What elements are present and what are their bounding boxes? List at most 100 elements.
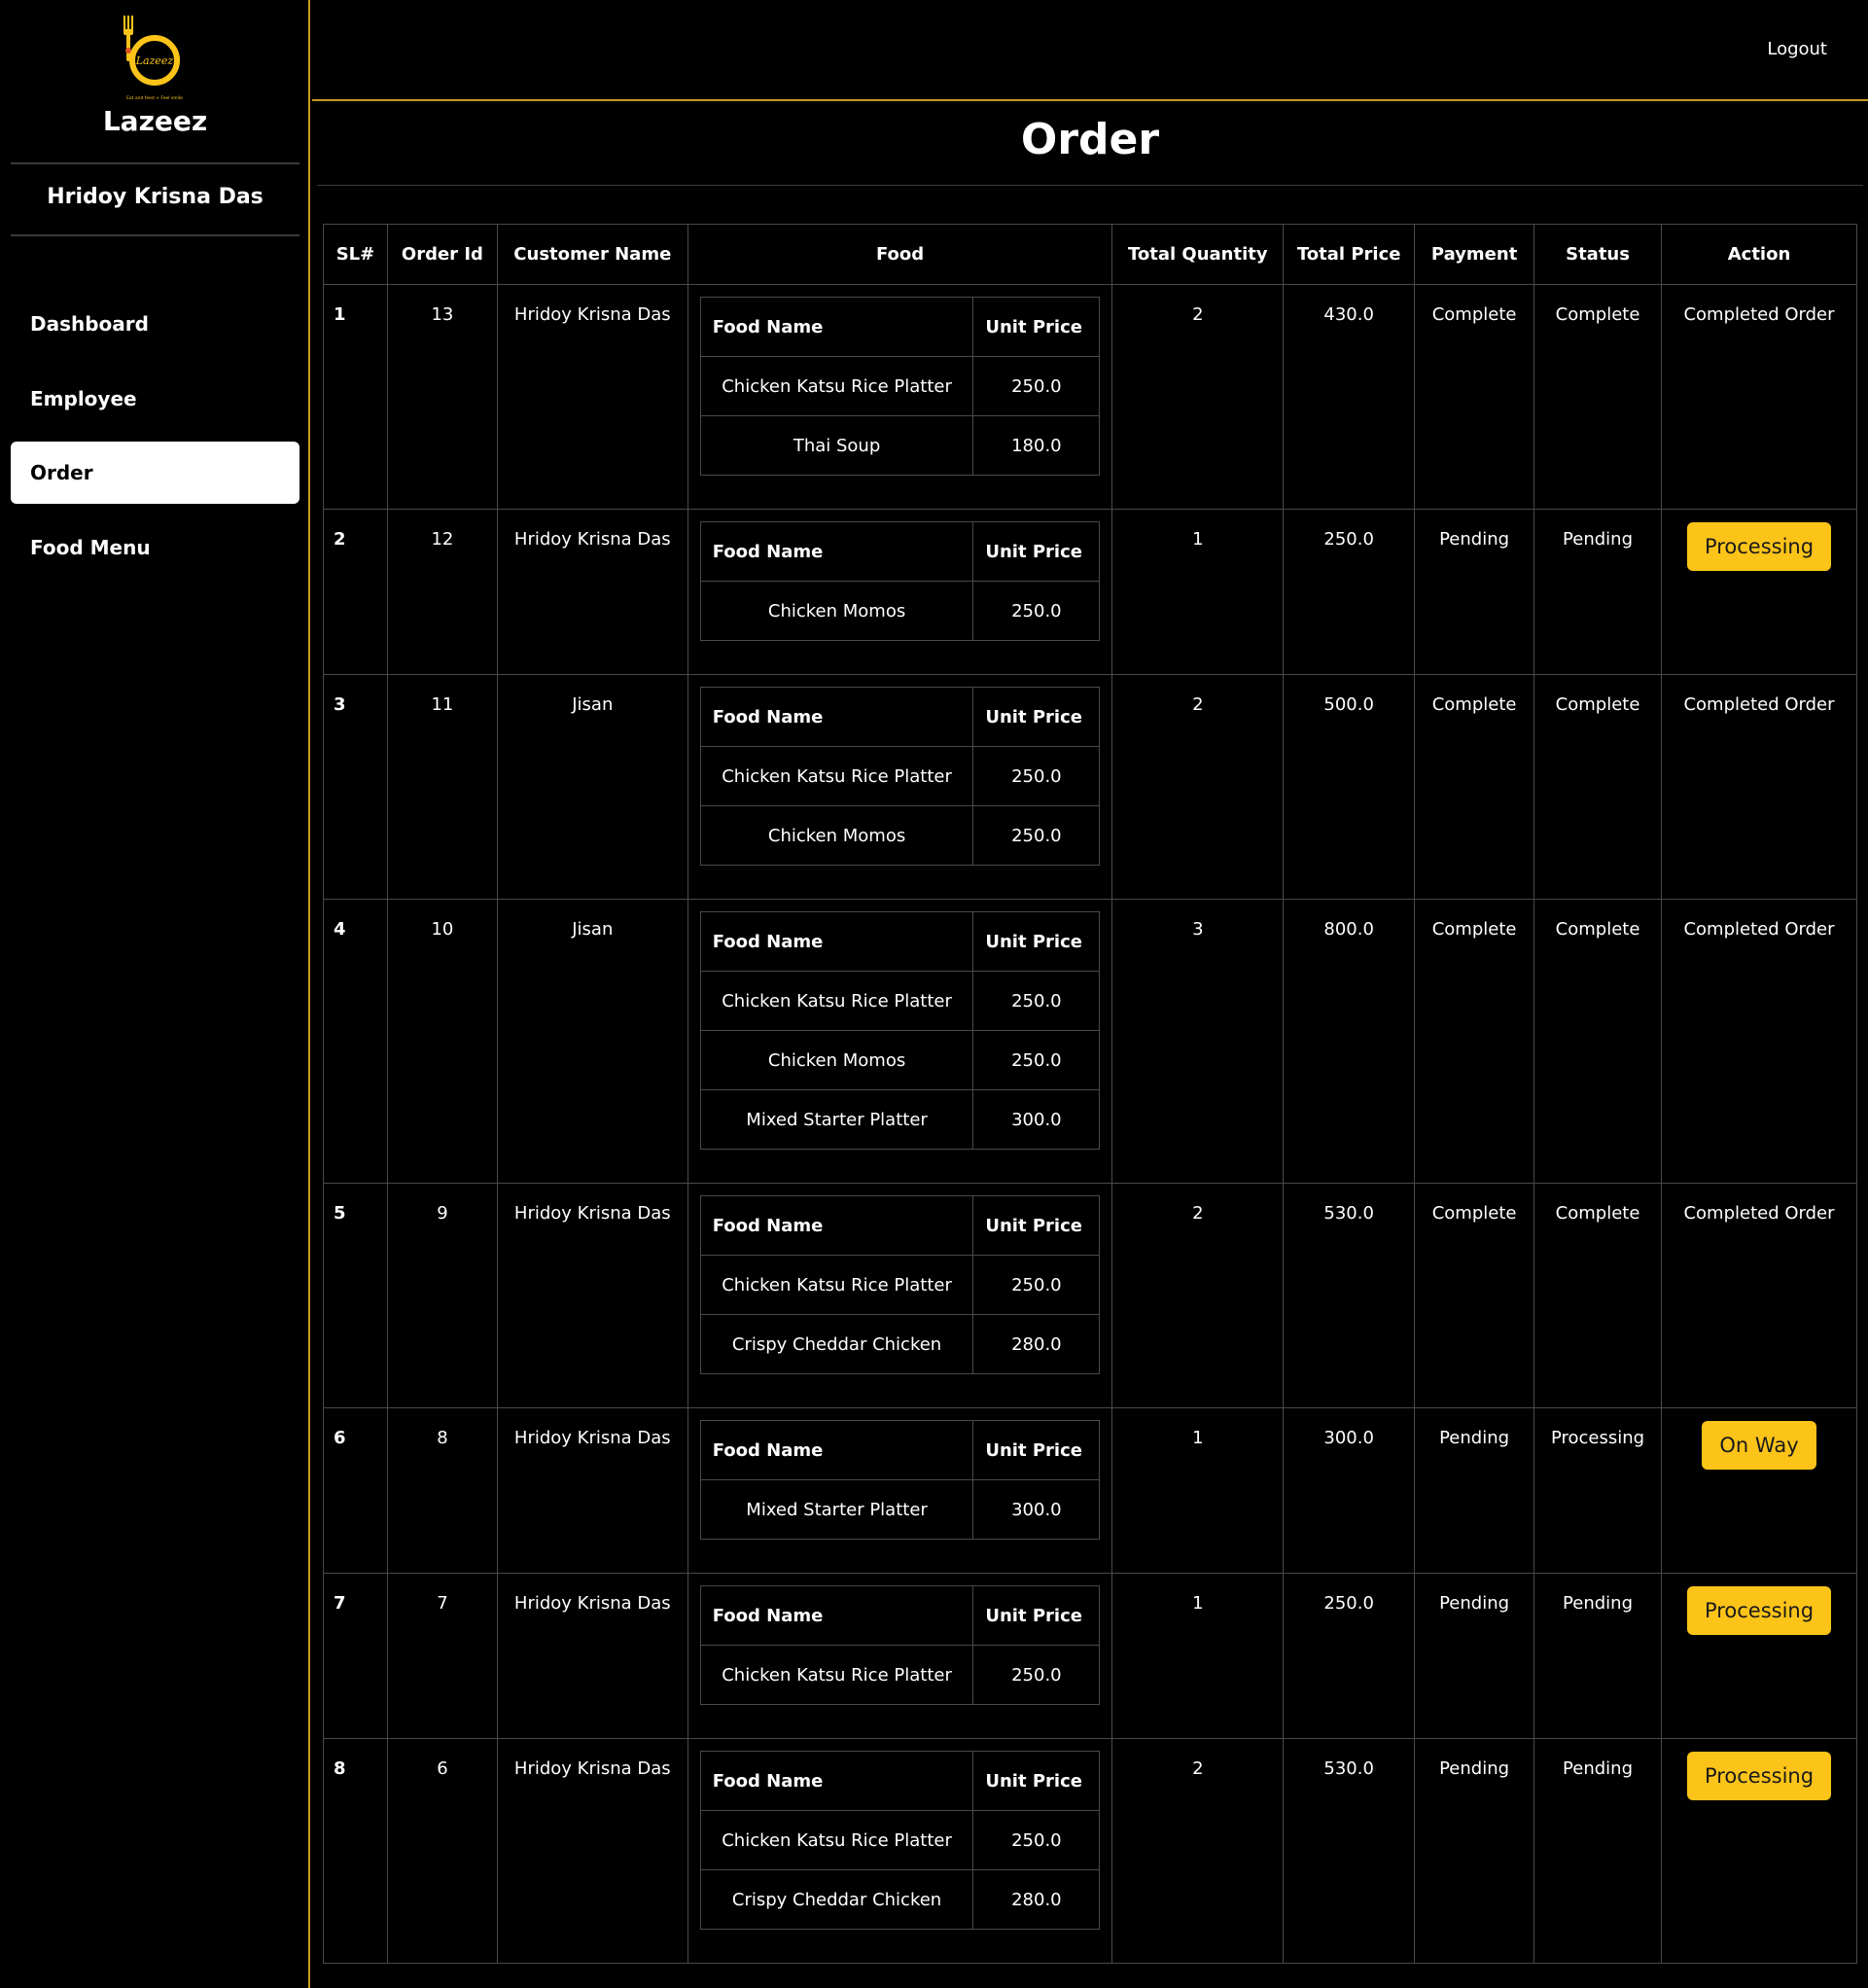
sidebar-item-employee[interactable]: Employee: [11, 368, 300, 430]
food-name: Mixed Starter Platter: [699, 1479, 974, 1540]
cell-sl: 2: [323, 509, 388, 675]
unit-price: 180.0: [972, 415, 1101, 476]
processing-button[interactable]: Processing: [1686, 1752, 1832, 1800]
unit-price: 280.0: [972, 1314, 1101, 1374]
food-items-header-row: Food Name Unit Price: [699, 687, 1101, 747]
top-bar: Logout: [312, 0, 1868, 101]
cell-food: Food Name Unit Price Chicken Katsu Rice Pl…: [687, 284, 1113, 510]
food-name-header: Food Name: [699, 521, 974, 582]
cell-payment: Pending: [1414, 1407, 1535, 1574]
cell-payment: Pending: [1414, 1573, 1535, 1739]
table-row: 5 9 Hridoy Krisna Das Food Name Unit Price Ch…: [323, 1183, 1857, 1408]
orders-table: SL# Order Id Customer Name Food Total Qu…: [323, 224, 1857, 1964]
cell-payment: Pending: [1414, 1738, 1535, 1964]
unit-price: 300.0: [972, 1089, 1101, 1150]
completed-order-label: Completed Order: [1683, 1203, 1835, 1224]
cell-order-id: 12: [386, 509, 498, 675]
cell-action: Completed Order: [1661, 1183, 1857, 1408]
cell-total-quantity: 2: [1111, 1738, 1285, 1964]
cell-customer-name: Hridoy Krisna Das: [496, 284, 688, 510]
cell-action: Processing: [1661, 1573, 1857, 1739]
sidebar-divider: [11, 234, 300, 236]
cell-food: Food Name Unit Price Chicken Katsu Rice Pl…: [687, 1738, 1113, 1964]
cell-payment: Complete: [1414, 674, 1535, 900]
cell-action: Processing: [1661, 1738, 1857, 1964]
food-item-row: Crispy Cheddar Chicken 280.0: [699, 1869, 1101, 1930]
logout-link[interactable]: Logout: [1767, 39, 1827, 59]
food-name: Mixed Starter Platter: [699, 1089, 974, 1150]
cell-customer-name: Jisan: [496, 899, 688, 1184]
food-name-header: Food Name: [699, 1195, 974, 1256]
cell-payment: Complete: [1414, 899, 1535, 1184]
food-item-row: Chicken Momos 250.0: [699, 1030, 1101, 1090]
food-item-row: Chicken Katsu Rice Platter 250.0: [699, 1645, 1101, 1705]
cell-total-price: 430.0: [1283, 284, 1416, 510]
food-items-header-row: Food Name Unit Price: [699, 1420, 1101, 1480]
cell-order-id: 8: [386, 1407, 498, 1574]
completed-order-label: Completed Order: [1683, 694, 1835, 715]
cell-sl: 7: [323, 1573, 388, 1739]
food-name: Chicken Katsu Rice Platter: [699, 1810, 974, 1870]
food-items-table: Food Name Unit Price Chicken Katsu Rice Pl…: [699, 911, 1101, 1150]
cell-customer-name: Hridoy Krisna Das: [496, 1407, 688, 1574]
cell-customer-name: Jisan: [496, 674, 688, 900]
unit-price-header: Unit Price: [972, 687, 1101, 747]
cell-action: On Way: [1661, 1407, 1857, 1574]
cell-food: Food Name Unit Price Chicken Katsu Rice Pl…: [687, 1183, 1113, 1408]
cell-status: Complete: [1533, 674, 1663, 900]
unit-price: 250.0: [972, 746, 1101, 806]
cell-order-id: 13: [386, 284, 498, 510]
food-item-row: Chicken Katsu Rice Platter 250.0: [699, 1255, 1101, 1315]
sidebar-item-food-menu[interactable]: Food Menu: [11, 516, 300, 579]
logo[interactable]: Lazeez Eat and feed + Feel smile: [0, 14, 310, 107]
food-items-table: Food Name Unit Price Chicken Momos 250.0: [699, 521, 1101, 641]
cell-sl: 5: [323, 1183, 388, 1408]
svg-text:Eat and feed + Feel smile: Eat and feed + Feel smile: [126, 95, 183, 101]
food-name: Chicken Katsu Rice Platter: [699, 356, 974, 416]
cell-total-quantity: 2: [1111, 1183, 1285, 1408]
column-header-food: Food: [687, 224, 1113, 285]
food-item-row: Chicken Katsu Rice Platter 250.0: [699, 356, 1101, 416]
cell-customer-name: Hridoy Krisna Das: [496, 1738, 688, 1964]
cell-sl: 8: [323, 1738, 388, 1964]
unit-price-header: Unit Price: [972, 1751, 1101, 1811]
table-header-row: SL# Order Id Customer Name Food Total Qu…: [323, 224, 1857, 285]
food-item-row: Thai Soup 180.0: [699, 415, 1101, 476]
column-header-total-price: Total Price: [1283, 224, 1416, 285]
processing-button[interactable]: Processing: [1686, 1586, 1832, 1635]
cell-order-id: 11: [386, 674, 498, 900]
food-name-header: Food Name: [699, 687, 974, 747]
cell-food: Food Name Unit Price Chicken Katsu Rice Pl…: [687, 674, 1113, 900]
column-header-payment: Payment: [1414, 224, 1535, 285]
unit-price: 250.0: [972, 1810, 1101, 1870]
cell-total-quantity: 1: [1111, 1573, 1285, 1739]
food-name-header: Food Name: [699, 1751, 974, 1811]
food-items-header-row: Food Name Unit Price: [699, 1195, 1101, 1256]
cell-total-price: 800.0: [1283, 899, 1416, 1184]
food-items-header-row: Food Name Unit Price: [699, 297, 1101, 357]
svg-text:Lazeez: Lazeez: [135, 54, 174, 67]
unit-price: 250.0: [972, 581, 1101, 641]
food-name: Chicken Katsu Rice Platter: [699, 746, 974, 806]
cell-status: Complete: [1533, 899, 1663, 1184]
table-row: 6 8 Hridoy Krisna Das Food Name Unit Price Mi…: [323, 1407, 1857, 1574]
sidebar-item-dashboard[interactable]: Dashboard: [11, 293, 300, 355]
table-row: 1 13 Hridoy Krisna Das Food Name Unit Price C…: [323, 284, 1857, 510]
unit-price: 250.0: [972, 356, 1101, 416]
column-header-action: Action: [1661, 224, 1857, 285]
cell-status: Complete: [1533, 1183, 1663, 1408]
food-items-table: Food Name Unit Price Chicken Katsu Rice Pl…: [699, 1751, 1101, 1930]
sidebar-item-order[interactable]: Order: [11, 442, 300, 504]
food-items-header-row: Food Name Unit Price: [699, 1751, 1101, 1811]
food-items-table: Food Name Unit Price Chicken Katsu Rice Pl…: [699, 687, 1101, 866]
food-name: Chicken Momos: [699, 1030, 974, 1090]
on-way-button[interactable]: On Way: [1702, 1421, 1816, 1470]
cell-food: Food Name Unit Price Chicken Katsu Rice Pl…: [687, 1573, 1113, 1739]
unit-price-header: Unit Price: [972, 297, 1101, 357]
processing-button[interactable]: Processing: [1686, 522, 1832, 571]
unit-price: 300.0: [972, 1479, 1101, 1540]
cell-status: Pending: [1533, 1573, 1663, 1739]
food-name-header: Food Name: [699, 297, 974, 357]
unit-price-header: Unit Price: [972, 911, 1101, 972]
cell-order-id: 10: [386, 899, 498, 1184]
